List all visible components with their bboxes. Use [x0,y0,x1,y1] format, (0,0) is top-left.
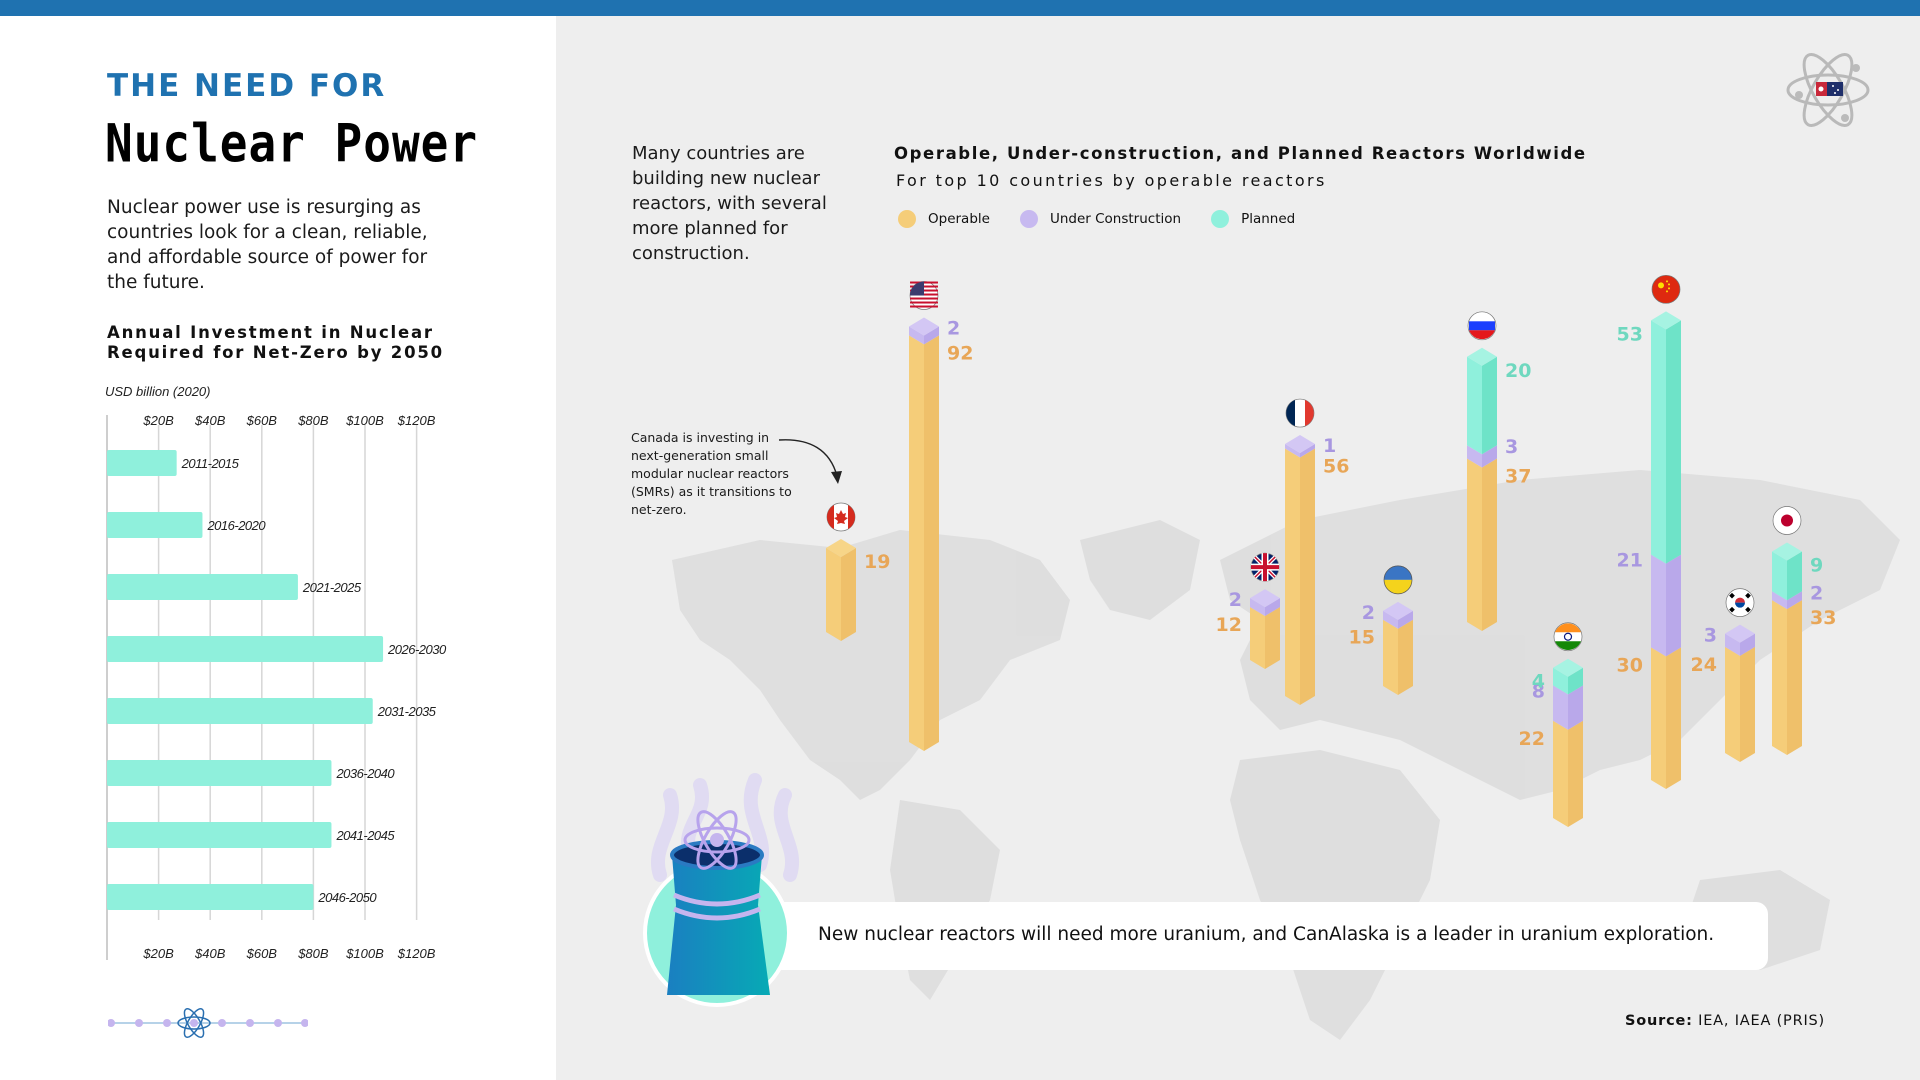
pillar-segment-planned [1651,320,1666,564]
flag-bg [1651,274,1681,304]
pillar-segment-operable [1467,458,1482,631]
pillar-value-label: 9 [1810,555,1823,577]
pillar-value-label: 22 [1519,728,1545,750]
flag-canton [910,281,924,296]
flag-stripe [910,306,938,308]
pillar-segment-planned [1467,356,1482,455]
flag-japan-icon [1772,506,1802,535]
flag-cross [1263,553,1267,582]
pillar-segment-operable [1725,646,1740,762]
pillar-segment-side [1740,646,1755,762]
flag-uk-icon [1250,552,1280,582]
flag-ukraine-icon [1383,565,1413,595]
pillar-value-label: 37 [1505,465,1531,487]
flag-star [1658,282,1664,289]
pillar-segment-side [1398,619,1413,695]
pillar-segment-operable [1383,619,1398,695]
uranium-callout-text: New nuclear reactors will need more uran… [818,924,1715,945]
flag-band [1305,400,1314,427]
pillar-segment-side [841,548,856,641]
pillar-value-label: 92 [947,342,973,364]
source-text: IEA, IAEA (PRIS) [1698,1013,1826,1029]
pillar-value-label: 30 [1617,654,1643,676]
pillar-canada: 19 [826,502,890,641]
cooling-tower-icon [643,773,799,1007]
pillar-value-label: 3 [1704,625,1717,647]
atom-logo-icon [1786,53,1870,127]
pillar-segment-side [1787,600,1802,755]
pillar-united-states: 922 [909,281,973,751]
pillar-india: 2284 [1519,622,1583,827]
flag-band [1555,623,1581,633]
pillar-russia: 37 3 20 [1467,311,1531,631]
flag-star [1666,280,1668,283]
flag-star [1668,283,1670,286]
pillar-value-label: 33 [1810,607,1836,629]
pillar-segment-side [1300,448,1315,705]
pillar-value-label: 12 [1216,614,1242,636]
pillar-value-label: 2 [1362,602,1375,624]
flag-star [1666,290,1668,293]
pillar-segment-side [1482,356,1497,455]
pillar-segment-operable [1651,647,1666,789]
pillar-segment-operable [826,548,841,641]
pillar-value-label: 15 [1349,627,1375,649]
flag-india-icon [1553,622,1583,652]
pillar-segment-side [1666,647,1681,789]
pillar-united-kingdom: 122 [1216,552,1280,669]
pillar-segment-side [1265,606,1280,669]
flag-band [1469,321,1495,331]
pillar-value-label: 2 [1810,582,1823,604]
pillar-value-label: 2 [947,318,960,340]
pillar-value-label: 2 [1229,589,1242,611]
pillar-segment-operable [1250,606,1265,669]
flag-south-korea-icon [1725,588,1755,618]
flag-stripe [910,298,938,300]
flag-band [848,505,855,530]
pillar-china: 30 21 53 [1617,274,1681,789]
flag-band [1555,641,1581,651]
pillar-segment-side [1666,320,1681,564]
flag-band [1384,565,1412,580]
pillar-japan: 33 2 9 [1772,506,1836,755]
pillar-segment-operable [1285,448,1300,705]
pillar-segment-side [1482,458,1497,631]
flag-band [1384,579,1412,594]
flag-star [1668,287,1670,290]
pillar-value-label: 53 [1617,323,1643,345]
pillar-value-label: 20 [1505,360,1531,382]
pillar-value-label: 21 [1617,550,1643,572]
pillar-france: 561 [1285,398,1349,705]
pillar-segment-side [1568,720,1583,827]
pillar-segment-operable [1553,720,1568,827]
pillar-value-label: 4 [1532,671,1545,693]
pillar-value-label: 24 [1691,654,1717,676]
pillar-south-korea: 243 [1691,588,1755,762]
flag-france-icon [1285,398,1315,428]
flag-disc [1781,514,1793,527]
pillar-segment-operable [1772,600,1787,755]
flag-russia-icon [1467,311,1497,341]
flag-band [1469,330,1495,340]
source-label: Source: [1625,1013,1693,1029]
pillar-value-label: 56 [1323,455,1349,477]
pillar-segment-under-construction [1651,554,1666,657]
pillar-segment-operable [909,335,924,751]
pillar-ukraine: 152 [1349,565,1413,695]
flag-band [1286,400,1295,427]
flag-china-icon [1651,274,1681,304]
pillar-value-label: 1 [1323,435,1336,457]
flag-usa-icon [909,281,939,310]
flag-canada-icon [826,502,856,532]
pillar-value-label: 3 [1505,436,1518,458]
source-note: Source: IEA, IAEA (PRIS) [1625,1013,1825,1029]
pillar-value-label: 19 [864,551,890,573]
pillar-segment-side [924,335,939,751]
pillar-segment-side [1666,554,1681,657]
flag-band [827,505,834,530]
flag-stripe [910,302,938,304]
